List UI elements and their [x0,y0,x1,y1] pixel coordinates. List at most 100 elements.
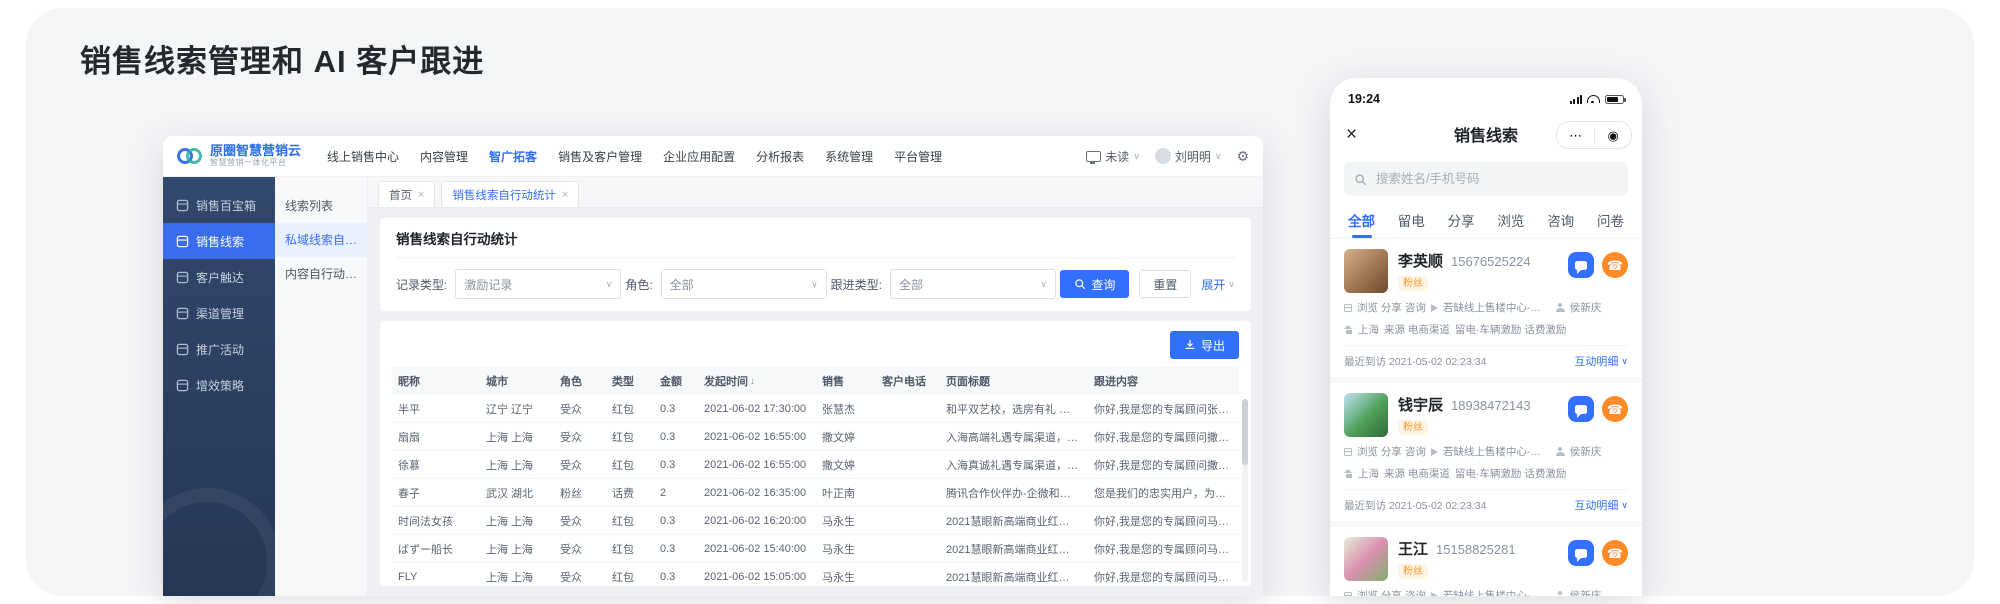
table-row[interactable]: FLY 上海 上海 受众 红包 0.3 2021-06-02 15:05:00 … [392,563,1239,586]
lead-card[interactable]: 钱宇辰 18938472143 粉丝 ☎ 浏览 分享 咨询 若缺线上售楼中心-全… [1330,383,1642,527]
table-column-header[interactable]: 昵称 [392,373,480,389]
sort-down-icon[interactable]: ↓ [750,376,755,387]
capsule-divider [1594,128,1595,143]
interaction-detail-link[interactable]: 互动明细 ∨ [1574,497,1628,513]
location-icon [1344,469,1353,478]
export-button[interactable]: 导出 [1170,331,1239,359]
topnav-item[interactable]: 销售及客户管理 [558,148,642,165]
topnav-item[interactable]: 系统管理 [825,148,873,165]
mobile-filter-tab[interactable]: 留电 [1396,202,1427,238]
column-label: 发起时间 [704,373,748,389]
topnav-item[interactable]: 内容管理 [420,148,468,165]
subsidebar-item[interactable]: 内容自行动… [275,257,367,291]
expand-toggle[interactable]: 展开 ∨ [1201,276,1235,293]
close-icon[interactable]: × [1346,125,1357,144]
table-scrollbar[interactable] [1242,399,1248,582]
visited-page: 若缺线上售楼中心-全民分享页 [1443,444,1551,459]
chat-button[interactable] [1568,252,1594,278]
menu-icon [176,199,189,212]
sidebar-item[interactable]: 销售百宝箱 [163,187,275,223]
interaction-detail-link[interactable]: 互动明细 ∨ [1574,353,1628,369]
sidebar-item[interactable]: 客户触达 [163,259,275,295]
table-column-header[interactable]: 销售 [816,373,876,389]
breadcrumb-tab[interactable]: 首页 × [378,181,435,207]
sidebar-item[interactable]: 推广活动 [163,331,275,367]
scrollbar-thumb[interactable] [1242,399,1248,465]
call-button[interactable]: ☎ [1602,540,1628,566]
page-canvas: 销售线索管理和 AI 客户跟进 原圈智慧营销云 智慧营销一体化平台 线上销售中心… [0,0,2000,604]
owner-icon [1556,447,1565,456]
status-time: 19:24 [1348,92,1380,106]
table-column-header[interactable]: 角色 [554,373,606,389]
miniprogram-capsule[interactable]: ⋯ ◉ [1556,121,1632,149]
cell-role: 受众 [554,457,606,473]
search-bar[interactable] [1344,162,1628,196]
table-column-header[interactable]: 城市 [480,373,554,389]
table-row[interactable]: 时间法女孩 上海 上海 受众 红包 0.3 2021-06-02 16:20:0… [392,507,1239,535]
minimize-icon[interactable]: ◉ [1607,129,1618,142]
main-sidebar: 销售百宝箱 销售线索 客户触达 渠道管理 推广活动 [163,177,275,596]
table-column-header[interactable]: 跟进内容 [1088,373,1239,389]
user-menu[interactable]: 刘明明 ∨ [1155,148,1222,165]
table-row[interactable]: 扇扇 上海 上海 受众 红包 0.3 2021-06-02 16:55:00 撒… [392,423,1239,451]
cell-nickname: 半平 [392,401,480,417]
column-label: 金额 [660,373,682,389]
table-column-header[interactable]: 发起时间 ↓ [698,373,816,389]
mobile-filter-tab[interactable]: 咨询 [1545,202,1576,238]
table-row[interactable]: 春子 武汉 湖北 粉丝 话费 2 2021-06-02 16:35:00 叶正南… [392,479,1239,507]
column-label: 昵称 [398,373,420,389]
role-badge: 粉丝 [1398,564,1428,579]
subsidebar-item[interactable]: 线索列表 [275,189,367,223]
search-button[interactable]: 查询 [1060,270,1129,298]
chat-button[interactable] [1568,540,1594,566]
table-column-header[interactable]: 类型 [606,373,654,389]
cell-sales: 马永生 [816,513,876,529]
lead-card[interactable]: 王江 15158825281 粉丝 ☎ 浏览 分享 咨询 若缺线上售楼中心-分享… [1330,527,1642,596]
table-column-header[interactable]: 客户电话 [876,373,940,389]
topnav-item[interactable]: 平台管理 [894,148,942,165]
table-row[interactable]: ばずー船长 上海 上海 受众 红包 0.3 2021-06-02 15:40:0… [392,535,1239,563]
sidebar-item[interactable]: 渠道管理 [163,295,275,331]
chat-button[interactable] [1568,396,1594,422]
call-button[interactable]: ☎ [1602,396,1628,422]
breadcrumb-tab[interactable]: 销售线索自行动统计 × [441,181,579,207]
filter-select[interactable]: 激励记录 ∨ [455,269,621,299]
table-row[interactable]: 半平 辽宁 辽宁 受众 红包 0.3 2021-06-02 17:30:00 张… [392,395,1239,423]
app-logo[interactable]: 原圈智慧营销云 智慧营销一体化平台 [177,144,301,167]
cell-role: 受众 [554,513,606,529]
table-row[interactable]: 徐慕 上海 上海 受众 红包 0.3 2021-06-02 16:55:00 撒… [392,451,1239,479]
filter-select[interactable]: 全部 ∨ [890,269,1056,299]
call-button[interactable]: ☎ [1602,252,1628,278]
filter-select[interactable]: 全部 ∨ [661,269,827,299]
actions-icon [1344,304,1352,312]
filters: 记录类型: 激励记录 ∨ 角色: 全部 ∨ 跟进类型: 全部 ∨ [396,269,1056,299]
subsidebar-item[interactable]: 私域线索自… [275,223,367,257]
table-column-header[interactable]: 金额 [654,373,698,389]
more-icon[interactable]: ⋯ [1569,129,1582,142]
mobile-filter-tab[interactable]: 浏览 [1495,202,1526,238]
lead-card-header: 李英顺 15676525224 粉丝 ☎ [1344,249,1628,293]
lead-card[interactable]: 李英顺 15676525224 粉丝 ☎ 浏览 分享 咨询 若缺线上售楼中心-全… [1330,239,1642,383]
chevron-down-icon: ∨ [1621,500,1628,511]
topnav-item[interactable]: 企业应用配置 [663,148,735,165]
mobile-filter-tab[interactable]: 全部 [1346,202,1377,238]
reset-button[interactable]: 重置 [1139,270,1191,298]
cell-sales: 张慧杰 [816,401,876,417]
close-tab-icon[interactable]: × [562,189,568,201]
sidebar-item[interactable]: 销售线索 [163,223,275,259]
table-column-header[interactable]: 页面标题 [940,373,1088,389]
search-input[interactable] [1374,171,1618,187]
lead-name: 钱宇辰 [1398,394,1443,415]
env-menu[interactable]: 未读 ∨ [1086,148,1140,165]
mobile-filter-tab[interactable]: 分享 [1446,202,1477,238]
topnav-item[interactable]: 线上销售中心 [327,148,399,165]
topnav-item[interactable]: 分析报表 [756,148,804,165]
filter-label: 记录类型: [396,276,447,293]
gear-icon[interactable]: ⚙ [1236,148,1249,165]
cell-time: 2021-06-02 16:55:00 [698,459,816,471]
cell-role: 受众 [554,569,606,585]
mobile-filter-tab[interactable]: 问卷 [1595,202,1626,238]
sidebar-item[interactable]: 增效策略 [163,367,275,403]
close-tab-icon[interactable]: × [418,189,424,201]
topnav-item[interactable]: 智广拓客 [489,148,537,165]
